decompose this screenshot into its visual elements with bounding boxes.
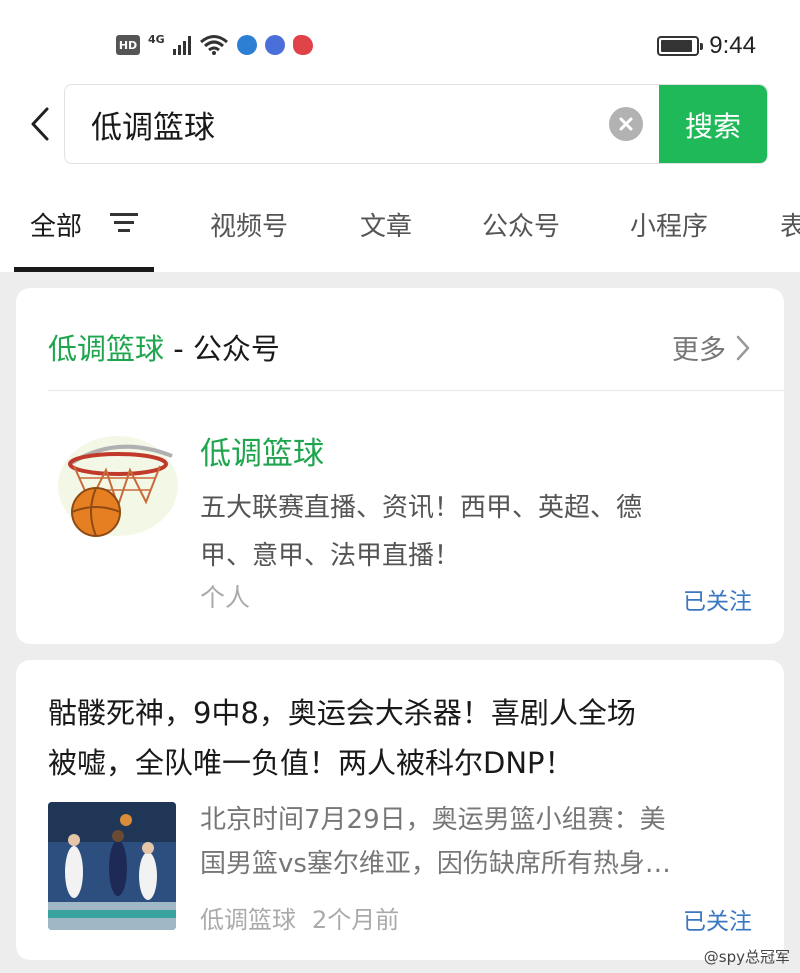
account-description: 五大联赛直播、资讯！西甲、英超、德 甲、意甲、法甲直播！ <box>200 484 740 580</box>
tab-emoji[interactable]: 表 <box>780 206 800 243</box>
article-follow-status[interactable]: 已关注 <box>683 902 752 936</box>
tab-all[interactable]: 全部 <box>30 206 82 243</box>
account-description-line: 甲、意甲、法甲直播！ <box>200 541 461 571</box>
search-header: 搜索 <box>0 80 800 176</box>
article-meta: 低调篮球 2个月前 <box>200 900 399 935</box>
search-input[interactable] <box>91 85 591 163</box>
tab-official-accounts[interactable]: 公众号 <box>482 206 560 243</box>
article-summary: 北京时间7月29日，奥运男篮小组赛：美 国男篮vs塞尔维亚，因伤缺席所有热身… <box>200 798 760 886</box>
article-title[interactable]: 骷髅死神，9中8，奥运会大杀器！喜剧人全场 被嘘，全队唯一负值！两人被科尔DNP… <box>48 688 758 788</box>
section-title: 低调篮球 - 公众号 <box>48 326 280 368</box>
article-summary-line: 国男篮vs塞尔维亚，因伤缺席所有热身… <box>200 849 671 879</box>
status-icons-left: HD 4G <box>116 30 313 60</box>
basketball-hoop-logo[interactable] <box>56 426 180 542</box>
section-separator: - <box>173 332 184 366</box>
section-keyword: 低调篮球 <box>48 332 165 366</box>
network-type: 4G <box>148 32 165 46</box>
active-tab-indicator <box>14 267 154 272</box>
wifi-icon <box>199 35 228 55</box>
notes-app-icon <box>292 35 313 55</box>
chevron-right-icon <box>736 335 750 360</box>
filter-icon[interactable] <box>110 212 138 234</box>
status-bar: HD 4G 9:44 <box>0 0 800 88</box>
watermark: @spy总冠军 <box>703 948 790 966</box>
tab-channels[interactable]: 视频号 <box>210 206 288 243</box>
search-button[interactable]: 搜索 <box>659 85 767 163</box>
divider <box>48 390 784 391</box>
chevron-left-icon <box>31 107 49 141</box>
clock: 9:44 <box>709 32 756 59</box>
official-account-card: 低调篮球 - 公众号 更多 低调篮球 五大联赛直播、资讯！西甲、英超、德 甲、意… <box>16 288 784 644</box>
music-app-icon <box>264 35 285 55</box>
account-description-line: 五大联赛直播、资讯！西甲、英超、德 <box>200 493 643 523</box>
signal-icon <box>172 35 191 55</box>
tab-articles[interactable]: 文章 <box>360 206 412 243</box>
account-name[interactable]: 低调篮球 <box>200 428 324 473</box>
clear-search-button[interactable] <box>609 107 643 141</box>
hd-icon: HD <box>116 35 140 55</box>
tab-mini-programs[interactable]: 小程序 <box>630 206 708 243</box>
search-box: 搜索 <box>64 84 768 164</box>
account-type: 个人 <box>200 583 251 612</box>
back-button[interactable] <box>22 104 58 144</box>
filter-tabs: 全部 视频号 文章 公众号 小程序 表 <box>0 176 800 272</box>
article-summary-line: 北京时间7月29日，奥运男篮小组赛：美 <box>200 805 666 835</box>
browser-app-icon <box>236 35 257 55</box>
article-title-line: 骷髅死神，9中8，奥运会大杀器！喜剧人全场 <box>48 696 636 730</box>
more-accounts-link[interactable]: 更多 <box>672 328 750 367</box>
article-title-line: 被嘘，全队唯一负值！两人被科尔DNP！ <box>48 746 574 780</box>
article-source[interactable]: 低调篮球 <box>200 900 296 935</box>
article-time: 2个月前 <box>312 906 400 934</box>
section-name: 公众号 <box>192 332 280 366</box>
status-icons-right: 9:44 <box>657 30 756 62</box>
battery-icon <box>657 36 704 56</box>
more-label: 更多 <box>672 335 726 366</box>
follow-status-button[interactable]: 已关注 <box>683 582 752 616</box>
article-thumbnail[interactable] <box>48 802 176 930</box>
article-card[interactable]: 骷髅死神，9中8，奥运会大杀器！喜剧人全场 被嘘，全队唯一负值！两人被科尔DNP… <box>16 660 784 960</box>
close-icon <box>619 117 633 131</box>
battery-level <box>661 40 692 52</box>
